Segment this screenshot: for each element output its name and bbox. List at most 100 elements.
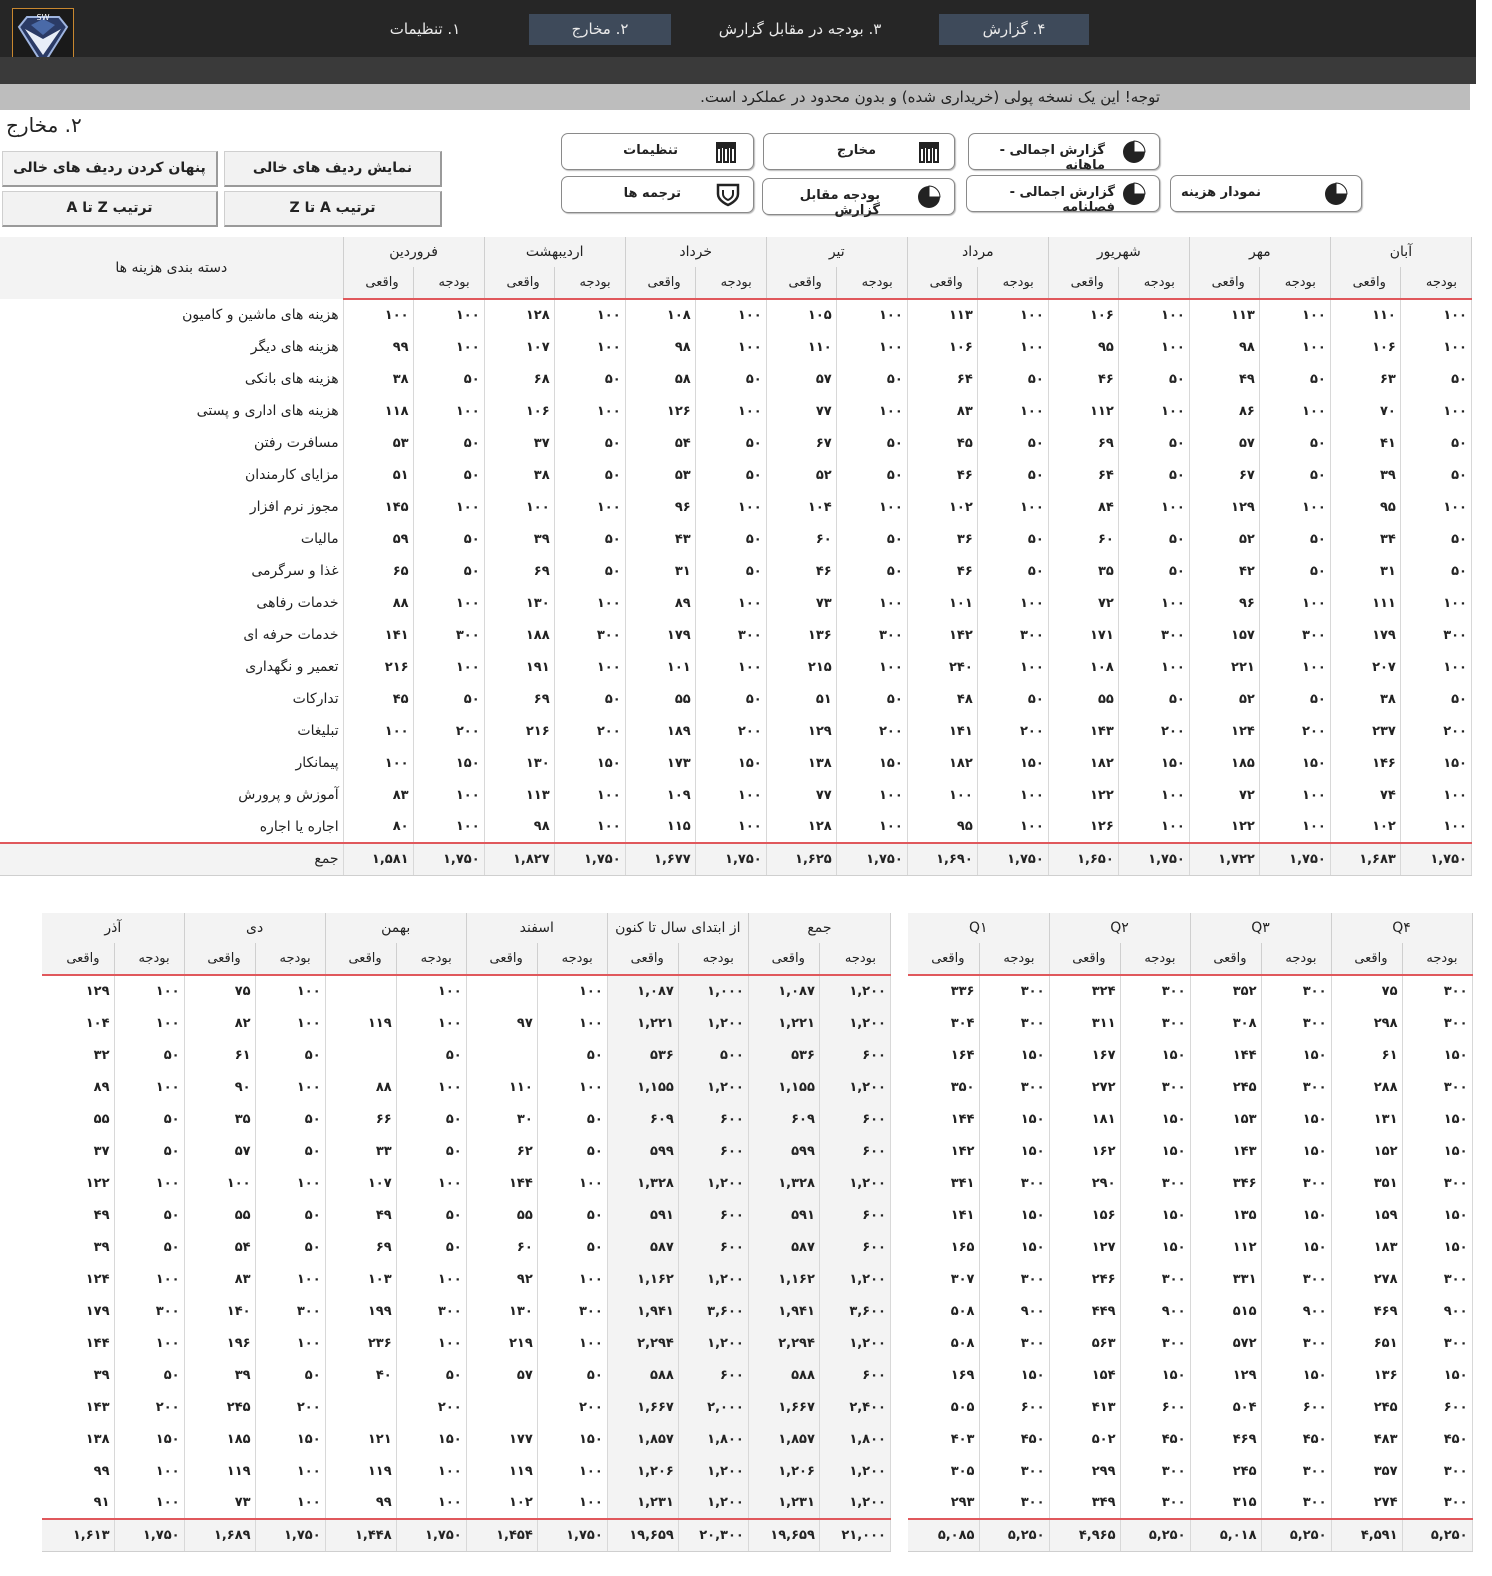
budget-value: ۵۰ (114, 1199, 185, 1231)
budget-value: ۱۰۰ (1400, 651, 1473, 683)
budget-value: ۶۰۰ (678, 1231, 749, 1263)
settings-nav-button[interactable]: تنظیمات (561, 133, 754, 170)
budget-value: ۵۰ (1259, 523, 1331, 555)
budget-value: ۳۰۰ (1261, 1071, 1332, 1103)
budget-value: ۱۰۰ (695, 491, 767, 523)
actual-value: ۱,۸۵۷ (748, 1423, 820, 1455)
actual-value (466, 1391, 538, 1423)
actual-value: ۷۴ (1330, 779, 1401, 811)
actual-value: ۲۹۰ (1049, 1167, 1121, 1199)
budget-value: ۱۰۰ (554, 395, 626, 427)
budget-vs-report-button[interactable]: بودجه مقابل گزارش (762, 178, 955, 218)
table-row: تدارکات ۴۵ ۵۰ ۶۹ ۵۰ ۵۵ ۵۰ ۵۱ ۵۰ ۴۸ ۵۰ ۵۵ ۵۰ ۵۲ ۵۰ ۳۸ ۵۰ (0, 683, 1473, 715)
budget-value: ۲۰۰ (413, 715, 485, 747)
actual-column-header: واقعی (325, 943, 397, 976)
budget-value: ۵۰ (977, 555, 1049, 587)
actual-value: ۲۱۵ (766, 651, 837, 683)
sort-z-to-a-button[interactable]: ترتیب Z تا A (2, 191, 218, 227)
expense-chart-button[interactable]: نمودار هزینه (1170, 175, 1362, 212)
budget-value: ۲۰۰ (537, 1391, 608, 1423)
show-empty-rows-button[interactable]: نمایش ردیف های خالی (224, 151, 442, 187)
actual-value: ۱۳۶ (1331, 1359, 1403, 1391)
table-row: ۱۲۴ ۱۰۰ ۸۳ ۱۰۰ ۱۰۳ ۱۰۰ ۹۲ ۱۰۰ ۱,۱۶۲ ۱,۲۰۰ ۱,۱۶۲ ۱,۲… (42, 1263, 892, 1295)
budget-value: ۵۰ (396, 1039, 467, 1071)
category-label: پیمانکار (0, 747, 344, 779)
actual-value: ۲,۲۹۴ (748, 1327, 820, 1359)
actual-value: ۱۰۱ (907, 587, 978, 619)
actual-value: ۳۳۶ (908, 975, 980, 1007)
actual-value: ۱۱۸ (343, 395, 414, 427)
tab-expenses[interactable]: ۲. مخارج (529, 14, 671, 45)
budget-value: ۱۰۰ (836, 779, 908, 811)
actual-value: ۱۵۷ (1189, 619, 1260, 651)
period-header: بهمن (325, 913, 467, 943)
translations-button[interactable]: ترجمه ها (561, 176, 754, 213)
actual-value: ۴۵ (343, 683, 414, 715)
actual-total: ۱,۶۷۷ (625, 842, 696, 876)
budget-value: ۱۰۰ (1259, 299, 1331, 331)
budget-value: ۳۰۰ (1402, 975, 1473, 1007)
actual-value: ۲۹۸ (1331, 1007, 1403, 1039)
table-row: ۸۹ ۱۰۰ ۹۰ ۱۰۰ ۸۸ ۱۰۰ ۱۱۰ ۱۰۰ ۱,۱۵۵ ۱,۲۰۰ ۱,۱۵۵ ۱,۲۰… (42, 1071, 892, 1103)
budget-value: ۱۵۰ (1120, 1135, 1191, 1167)
budget-value: ۱۰۰ (977, 299, 1049, 331)
summary-quarterly-button[interactable]: گزارش اجمالی - فصلنامه (966, 175, 1160, 215)
table-row: ۳۹ ۵۰ ۵۴ ۵۰ ۶۹ ۵۰ ۶۰ ۵۰ ۵۸۷ ۶۰۰ ۵۸۷ ۶۰۰ (42, 1231, 892, 1263)
actual-value: ۵۳۶ (748, 1039, 820, 1071)
budget-value: ۱۰۰ (1259, 331, 1331, 363)
table-row: ۱۳۸ ۱۵۰ ۱۸۵ ۱۵۰ ۱۲۱ ۱۵۰ ۱۷۷ ۱۵۰ ۱,۸۵۷ ۱,۸۰۰ ۱,۸۵۷ ۱… (42, 1423, 892, 1455)
actual-value: ۸۳ (907, 395, 978, 427)
actual-value: ۹۸ (625, 331, 696, 363)
budget-value: ۱۰۰ (537, 975, 608, 1007)
budget-value: ۱۵۰ (1261, 1103, 1332, 1135)
actual-column-header: واقعی (184, 943, 256, 976)
budget-value: ۵۰ (255, 1103, 326, 1135)
category-label: هزینه های اداری و پستی (0, 395, 344, 427)
actual-value: ۱۹۹ (325, 1295, 397, 1327)
category-label: هزینه های دیگر (0, 331, 344, 363)
table-row: آموزش و پرورش ۸۳ ۱۰۰ ۱۱۳ ۱۰۰ ۱۰۹ ۱۰۰ ۷۷ ۱۰۰ ۱۰۰ ۱۰… (0, 779, 1473, 811)
budget-value: ۱,۲۰۰ (678, 1487, 749, 1519)
actual-value: ۱۵۲ (1331, 1135, 1403, 1167)
actual-value: ۹۹ (343, 331, 414, 363)
budget-value: ۵۰ (255, 1199, 326, 1231)
actual-value: ۵۰۸ (908, 1295, 980, 1327)
tab-settings[interactable]: ۱. تنظیمات (360, 14, 490, 45)
actual-value: ۱۵۶ (1049, 1199, 1121, 1231)
budget-value: ۳۰۰ (1120, 975, 1191, 1007)
actual-value: ۱,۱۶۲ (748, 1263, 820, 1295)
actual-value: ۸۶ (1189, 395, 1260, 427)
budget-actual-header-row: واقعی بودجه واقعی بودجه واقعی بودجه واقعی بودجه (908, 943, 1473, 976)
budget-value: ۲,۰۰۰ (678, 1391, 749, 1423)
budget-value: ۳۰۰ (1402, 1455, 1473, 1487)
budget-value: ۱۰۰ (255, 1263, 326, 1295)
actual-total: ۱,۶۲۵ (766, 842, 837, 876)
budget-value: ۵۰ (554, 683, 626, 715)
hide-empty-rows-button[interactable]: پنهان کردن ردیف های خالی (2, 151, 218, 187)
budget-column-header: بودجه (695, 267, 767, 300)
actual-value: ۵۹۱ (748, 1199, 820, 1231)
budget-value: ۵۰ (695, 683, 767, 715)
actual-value: ۳۰۵ (908, 1455, 980, 1487)
budget-value: ۱۰۰ (695, 299, 767, 331)
budget-value: ۱۵۰ (1402, 1103, 1473, 1135)
table-row: هزینه های ماشین و کامیون ۱۰۰ ۱۰۰ ۱۲۸ ۱۰۰ ۱۰۸ ۱… (0, 299, 1473, 331)
actual-value: ۲۴۰ (907, 651, 978, 683)
actual-value: ۱,۲۰۶ (607, 1455, 679, 1487)
actual-value: ۱۲۷ (1049, 1231, 1121, 1263)
tab-budget-vs-report[interactable]: ۳. بودجه در مقابل گزارش (700, 14, 900, 45)
budget-value: ۳۰۰ (1120, 1263, 1191, 1295)
summary-monthly-button[interactable]: گزارش اجمالی - ماهانه (968, 133, 1160, 173)
budget-value: ۱۰۰ (413, 299, 485, 331)
actual-value: ۵۸۸ (748, 1359, 820, 1391)
actual-value: ۹۸ (1189, 331, 1260, 363)
budget-value: ۶۰۰ (979, 1391, 1050, 1423)
budget-value: ۳۰۰ (1261, 1167, 1332, 1199)
actual-value: ۱۱۹ (325, 1455, 397, 1487)
actual-value: ۳۰۴ (908, 1007, 980, 1039)
sort-a-to-z-button[interactable]: ترتیب A تا Z (224, 191, 442, 227)
budget-value: ۱۰۰ (1400, 395, 1473, 427)
actual-value: ۳۸ (1330, 683, 1401, 715)
expenses-nav-button[interactable]: مخارج (763, 133, 955, 170)
tab-report[interactable]: ۴. گزارش (939, 14, 1089, 45)
